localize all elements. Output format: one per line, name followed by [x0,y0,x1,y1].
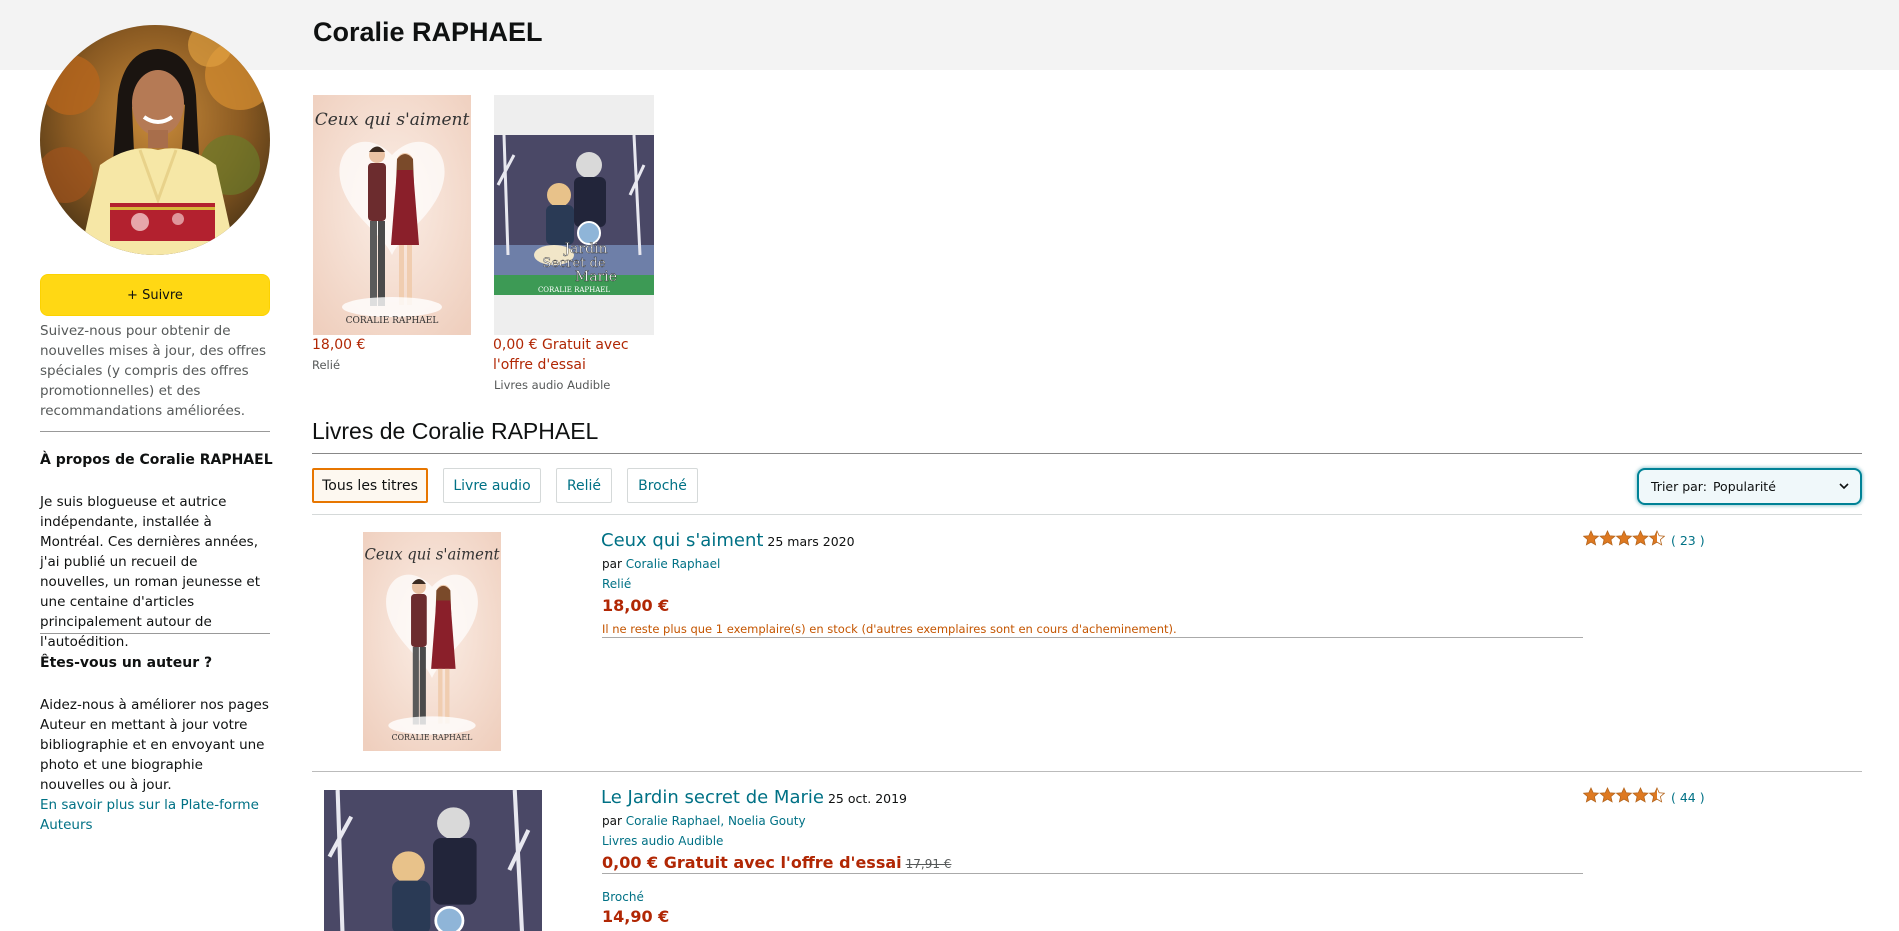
list-price: 17,91 € [905,857,952,871]
cover-title: Ceux qui s'aiment [315,110,470,130]
book-title-link[interactable]: Le Jardin secret de Marie 25 oct. 2019 [601,787,907,808]
by-prefix: par [602,814,622,828]
format-divider [602,637,1583,638]
price-value: 0,00 € Gratuit avec l'offre d'essai [602,853,902,872]
sort-value: Popularité [1712,479,1776,494]
cover-title-line1: Jardin [562,241,607,257]
featured-book-price[interactable]: 18,00 € [312,335,365,355]
author-name: Coralie RAPHAEL [313,17,543,47]
cover-title-line3: Marie [575,269,617,285]
book-price[interactable]: 18,00 € [602,596,669,615]
star-rating-icon [1582,530,1666,550]
books-section-heading: Livres de Coralie RAPHAEL [312,418,599,444]
author-platform-link[interactable]: En savoir plus sur la Plate-forme Auteur… [40,795,270,835]
author-question-text: Aidez-nous à améliorer nos pages Auteur … [40,697,269,793]
sort-label: Trier par: [1651,479,1707,494]
featured-audiobook-price[interactable]: 0,00 € Gratuit avec l'offre d'essai [493,335,643,375]
featured-audiobook-format: Livres audio Audible [494,378,611,392]
book-format-link[interactable]: Relié [602,577,631,591]
filter-all-titles[interactable]: Tous les titres [312,468,428,503]
author-avatar [40,25,270,255]
cover-author: CORALIE RAPHAEL [392,733,473,742]
stock-notice: Il ne reste plus que 1 exemplaire(s) en … [602,622,1177,636]
book-date: 25 oct. 2019 [827,791,908,806]
filter-audiobook[interactable]: Livre audio [443,468,541,503]
by-prefix: par [602,557,622,571]
sidebar-divider [40,431,270,432]
featured-book-format: Relié [312,358,341,372]
book-format-link[interactable]: Livres audio Audible [602,834,723,848]
page-header: Coralie RAPHAEL [0,0,1899,70]
filter-paperback[interactable]: Broché [627,468,698,503]
book-price[interactable]: 14,90 € [602,907,669,926]
sidebar-divider [40,633,270,634]
book-title[interactable]: Le Jardin secret de Marie [601,787,824,808]
book-title[interactable]: Ceux qui s'aiment [601,530,763,551]
rating-count[interactable]: ( 44 ) [1671,790,1705,805]
featured-book-cover[interactable]: Ceux qui s'aiment CORALIE RAPHAEL [313,95,471,335]
book-byline: par Coralie Raphael, Noelia Gouty [602,814,806,828]
featured-audiobook-cover[interactable]: Jardin Secret de Marie CORALIE RAPHAEL [494,95,654,335]
cover-title: Ceux qui s'aiment [365,545,501,563]
cover-author: CORALIE RAPHAEL [346,316,439,326]
filter-hardcover[interactable]: Relié [556,468,612,503]
book-format-link[interactable]: Broché [602,890,644,904]
cover-author: CORALIE RAPHAEL [538,286,610,294]
book-row-divider [312,771,1862,772]
book-title-link[interactable]: Ceux qui s'aiment 25 mars 2020 [601,530,855,551]
book-price[interactable]: 0,00 € Gratuit avec l'offre d'essai 17,91… [602,853,951,872]
about-text: Je suis blogueuse et autrice indépendant… [40,494,261,650]
rating[interactable]: ( 23 ) [1582,530,1705,550]
chevron-down-icon [1838,479,1850,496]
book-author-link[interactable]: Coralie Raphael [626,557,721,571]
rating-count[interactable]: ( 23 ) [1671,533,1705,548]
rating[interactable]: ( 44 ) [1582,787,1705,807]
filters-divider [312,514,1862,515]
follow-description: Suivez-nous pour obtenir de nouvelles mi… [40,323,266,419]
section-divider [312,453,1862,454]
book-cover[interactable]: Ceux qui s'aiment CORALIE RAPHAEL [363,532,501,751]
star-rating-icon [1582,787,1666,807]
follow-button[interactable]: + Suivre [40,274,270,316]
author-question-heading: Êtes-vous un auteur ? [40,655,213,671]
book-date: 25 mars 2020 [767,534,855,549]
sort-dropdown[interactable]: Trier par: Popularité [1637,468,1862,505]
about-heading: À propos de Coralie RAPHAEL [40,452,273,468]
book-author-link[interactable]: Coralie Raphael, Noelia Gouty [626,814,806,828]
format-divider [602,873,1583,874]
book-cover[interactable] [324,790,542,931]
book-byline: par Coralie Raphael [602,557,720,571]
